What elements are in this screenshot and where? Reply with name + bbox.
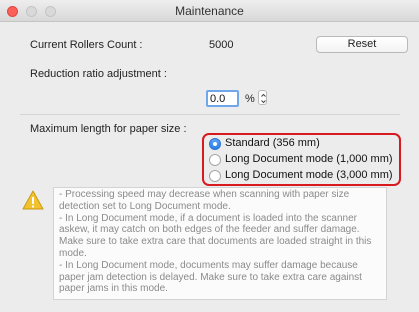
- radio-label-standard: Standard (356 mm): [225, 137, 320, 149]
- reduction-ratio-label: Reduction ratio adjustment :: [30, 68, 167, 80]
- rollers-count-value: 5000: [209, 39, 234, 51]
- reduction-ratio-input[interactable]: [206, 90, 239, 107]
- rollers-count-label: Current Rollers Count :: [30, 39, 143, 51]
- note-paragraph: - Processing speed may decrease when sca…: [59, 189, 350, 212]
- maintenance-window: Maintenance Current Rollers Count : 5000…: [0, 0, 419, 312]
- paper-length-label: Maximum length for paper size :: [30, 123, 187, 135]
- radio-button-selected[interactable]: [209, 138, 221, 150]
- reduction-ratio-unit: %: [245, 93, 255, 105]
- title-bar: Maintenance: [0, 0, 419, 22]
- reset-button[interactable]: Reset: [316, 36, 408, 53]
- note-paragraph: - In Long Document mode, documents may s…: [59, 259, 362, 295]
- note-paragraph: - In Long Document mode, if a document i…: [59, 212, 372, 259]
- window-title: Maintenance: [175, 4, 244, 18]
- reduction-ratio-stepper[interactable]: [258, 90, 267, 105]
- radio-label-long-3000: Long Document mode (3,000 mm): [225, 169, 393, 181]
- section-divider: [20, 114, 400, 115]
- up-down-stepper-icon: [261, 93, 266, 104]
- notes-text-box: - Processing speed may decrease when sca…: [53, 187, 387, 300]
- radio-button[interactable]: [209, 154, 221, 166]
- warning-triangle-icon: [22, 190, 44, 210]
- radio-label-long-1000: Long Document mode (1,000 mm): [225, 153, 393, 165]
- radio-button[interactable]: [209, 170, 221, 182]
